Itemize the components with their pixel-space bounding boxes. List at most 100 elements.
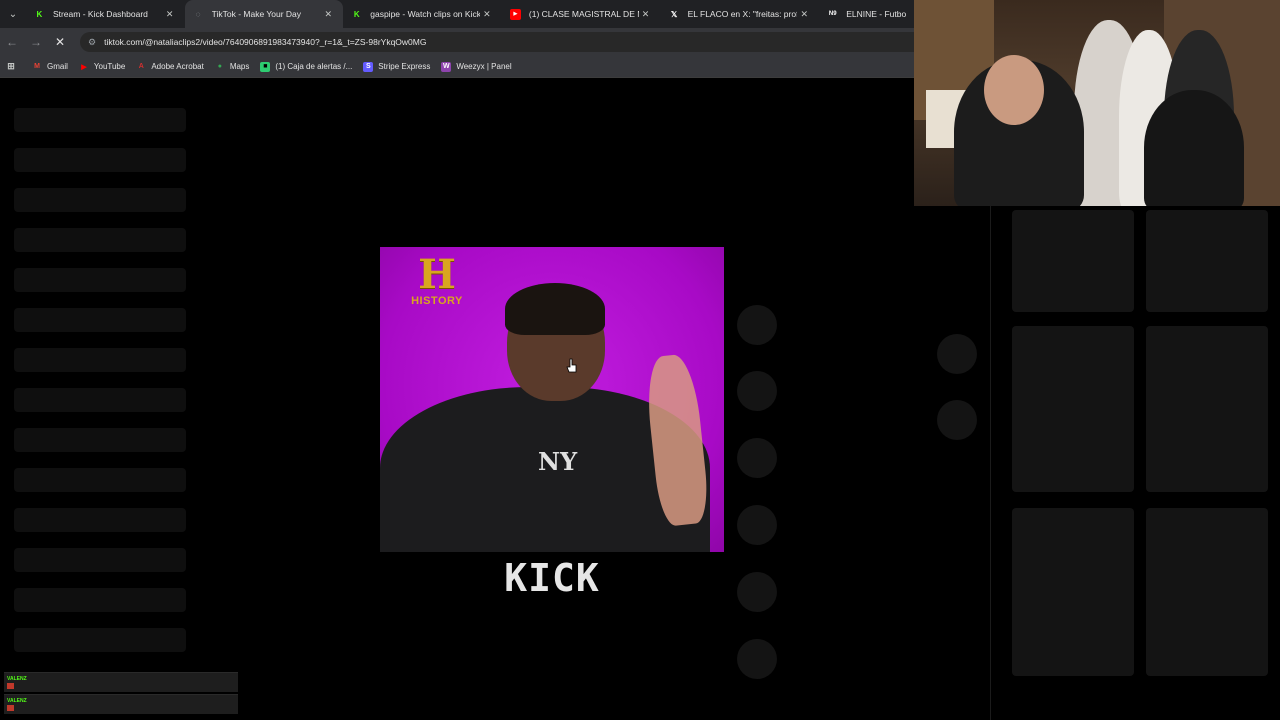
tab-search-button[interactable]: ⌄ <box>0 0 26 28</box>
close-icon[interactable]: ✕ <box>480 9 494 20</box>
forward-button[interactable]: → <box>24 28 48 56</box>
alerts-icon: ■ <box>260 61 271 72</box>
bookmark-label: Gmail <box>47 62 68 71</box>
weezyx-icon: W <box>441 61 452 72</box>
bookmark-label: (1) Caja de alertas /... <box>275 62 353 71</box>
chat-badge-icon <box>7 705 14 711</box>
video-card[interactable] <box>1146 210 1268 312</box>
bookmark-stripe[interactable]: S Stripe Express <box>363 61 431 72</box>
chat-username: VALENZ <box>7 698 27 704</box>
skeleton-row <box>14 588 186 612</box>
person-hair <box>505 283 605 335</box>
skeleton-row <box>14 268 186 292</box>
bookmark-alerts[interactable]: ■ (1) Caja de alertas /... <box>260 61 353 72</box>
bookmark-label: Stripe Express <box>378 62 431 71</box>
close-icon[interactable]: ✕ <box>797 9 811 20</box>
more-button[interactable] <box>737 639 777 679</box>
bookmarks-bar: ⊞ M Gmail ▶ YouTube A Adobe Acrobat ● Maps ■… <box>0 56 914 78</box>
tab-title: (1) CLASE MAGISTRAL DE MES <box>528 9 639 19</box>
tab-kick-dashboard[interactable]: K Stream - Kick Dashboard ✕ <box>26 0 185 28</box>
streamer-webcam <box>914 0 1280 206</box>
share-button[interactable] <box>737 505 777 545</box>
tab-title: TikTok - Make Your Day <box>211 9 302 19</box>
tab-title: gaspipe - Watch clips on Kick <box>370 9 480 19</box>
chat-message: VALENZ <box>4 694 238 714</box>
stripe-icon: S <box>363 61 374 72</box>
acrobat-icon: A <box>138 63 144 70</box>
video-player[interactable]: H HISTORY NY <box>380 247 724 552</box>
bookmark-weezyx[interactable]: W Weezyx | Panel <box>441 61 512 72</box>
close-icon[interactable]: ✕ <box>163 9 177 20</box>
x-icon: 𝕏 <box>670 9 678 19</box>
bookmark-label: Weezyx | Panel <box>456 62 512 71</box>
ny-logo: NY <box>538 447 578 476</box>
sound-button[interactable] <box>737 572 777 612</box>
arrow-left-icon: ← <box>6 35 18 49</box>
close-icon[interactable]: ✕ <box>639 9 653 20</box>
loading-icon: ◌ <box>195 9 201 19</box>
tab-tiktok[interactable]: ◌ TikTok - Make Your Day ✕ <box>184 0 344 28</box>
kick-icon: K <box>36 9 43 19</box>
maps-icon: ● <box>217 63 222 70</box>
panel-divider <box>990 206 991 720</box>
like-button[interactable] <box>737 305 777 345</box>
skeleton-row <box>14 628 186 652</box>
bookmark-button[interactable] <box>737 438 777 478</box>
close-icon: ✕ <box>54 35 66 49</box>
bookmark-acrobat[interactable]: A Adobe Acrobat <box>136 62 204 72</box>
skeleton-row <box>14 188 186 212</box>
bookmark-label: Maps <box>229 62 250 71</box>
youtube-icon: ▶ <box>81 63 87 71</box>
tab-title: ELNINE - Futbol en V <box>846 9 907 19</box>
gmail-icon: M <box>34 63 40 70</box>
video-card[interactable] <box>1012 210 1134 312</box>
bookmark-maps[interactable]: ● Maps <box>215 62 250 72</box>
skeleton-row <box>14 108 186 132</box>
skeleton-row <box>14 228 186 252</box>
arrow-right-icon: → <box>30 35 42 49</box>
skeleton-row <box>14 428 186 452</box>
chat-username: VALENZ <box>7 676 27 682</box>
tab-gaspipe-clips[interactable]: K gaspipe - Watch clips on Kick ✕ <box>343 0 502 28</box>
previous-video-button[interactable] <box>937 334 977 374</box>
kick-icon: K <box>353 9 360 19</box>
webcam-face <box>984 55 1044 125</box>
kick-watermark: KICK <box>504 556 600 600</box>
video-card[interactable] <box>1146 326 1268 492</box>
tab-title: Stream - Kick Dashboard <box>52 9 148 19</box>
tab-title: EL FLACO en X: "freitas: profe p <box>687 9 798 19</box>
chat-message: VALENZ <box>4 672 238 692</box>
next-video-button[interactable] <box>937 400 977 440</box>
skeleton-row <box>14 508 186 532</box>
skeleton-row <box>14 148 186 172</box>
video-card[interactable] <box>1012 326 1134 492</box>
video-card[interactable] <box>1146 508 1268 676</box>
skeleton-row <box>14 348 186 372</box>
elnine-icon: N9 <box>828 11 837 17</box>
bookmark-gmail[interactable]: M Gmail <box>32 62 68 72</box>
tab-bar: ⌄ K Stream - Kick Dashboard ✕ ◌ TikTok -… <box>0 0 914 28</box>
bookmark-label: Adobe Acrobat <box>151 62 204 71</box>
stop-button[interactable]: ✕ <box>48 28 72 56</box>
url-text: tiktok.com/@nataliaclips2/video/76409068… <box>104 37 427 47</box>
skeleton-row <box>14 548 186 572</box>
bookmark-label: YouTube <box>93 62 126 71</box>
hand-cursor-icon <box>566 358 577 373</box>
webcam-person <box>1144 90 1244 206</box>
back-button[interactable]: ← <box>0 28 24 56</box>
history-logo-text: HISTORY <box>411 295 463 307</box>
tab-youtube-clase[interactable]: ▶ (1) CLASE MAGISTRAL DE MES ✕ <box>502 0 661 28</box>
bookmark-youtube[interactable]: ▶ YouTube <box>79 62 125 72</box>
close-icon[interactable]: ✕ <box>321 9 335 20</box>
site-info-icon[interactable]: ⚙ <box>88 37 96 48</box>
history-logo-letter: H <box>418 251 456 298</box>
history-logo: H HISTORY <box>404 251 470 308</box>
youtube-icon: ▶ <box>509 8 521 20</box>
comment-button[interactable] <box>737 371 777 411</box>
apps-button[interactable]: ⊞ <box>6 61 21 72</box>
tab-elnine[interactable]: N9 ELNINE - Futbol en V <box>819 0 914 28</box>
chat-badge-icon <box>7 683 14 689</box>
video-card[interactable] <box>1012 508 1134 676</box>
address-bar[interactable]: ⚙ tiktok.com/@nataliaclips2/video/764090… <box>80 32 914 52</box>
tab-x-elflaco[interactable]: 𝕏 EL FLACO en X: "freitas: profe p ✕ <box>661 0 820 28</box>
